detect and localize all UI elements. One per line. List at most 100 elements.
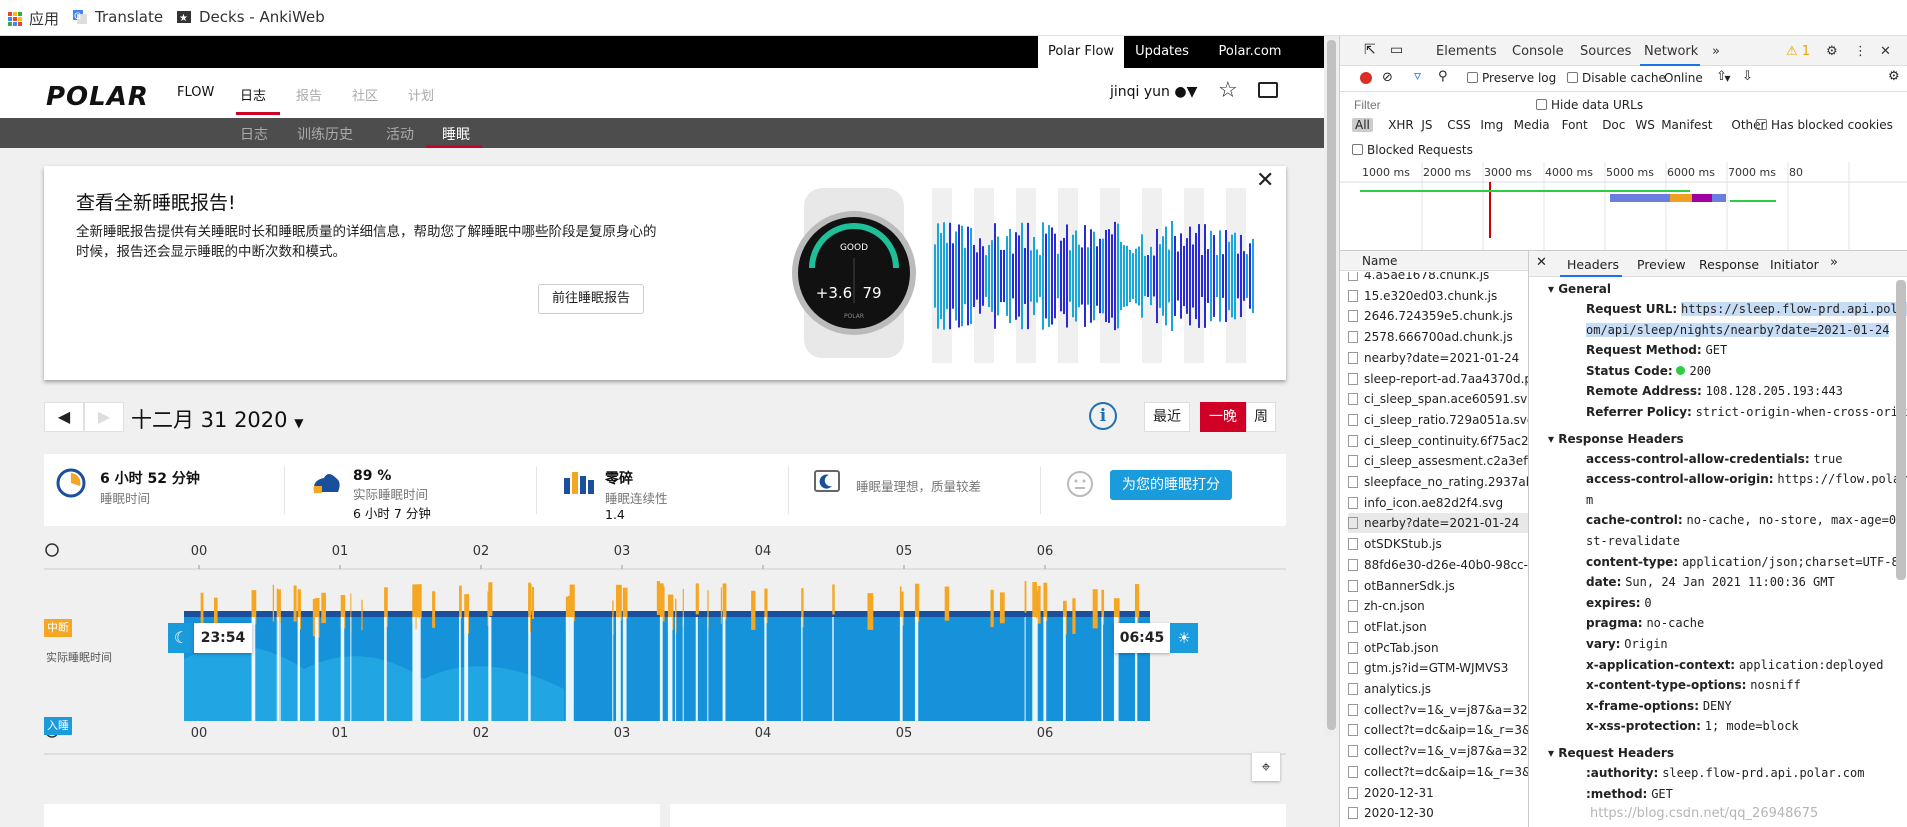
polar-com-link[interactable]: Polar.com <box>1200 36 1300 68</box>
header-row: content-type: application/json;charset=U… <box>1586 554 1899 569</box>
user-menu[interactable]: jinqi yun ●▼ <box>1110 84 1197 100</box>
pattern-bar <box>973 244 975 308</box>
headers-section-title[interactable]: ▾ Response Headers <box>1548 432 1684 446</box>
updates-link[interactable]: Updates <box>1124 36 1200 68</box>
wake-gap <box>616 617 621 721</box>
pattern-bar <box>934 244 936 308</box>
headers-scrollbar[interactable] <box>1896 280 1906 580</box>
pattern-bar <box>1105 229 1107 323</box>
pattern-bar <box>943 222 945 330</box>
pattern-bar <box>940 232 942 320</box>
next-day-button[interactable]: ▶ <box>84 402 124 432</box>
sleep-feedback-text: 睡眠量理想，质量较差 <box>856 479 982 494</box>
polar-flow-link[interactable]: Polar Flow <box>1038 36 1124 68</box>
watch-brand: POLAR <box>844 313 864 320</box>
wake-gap <box>667 617 673 721</box>
messages-icon[interactable] <box>1258 82 1278 98</box>
sleep-duration-value: 6 小时 52 分钟 <box>100 471 200 487</box>
header-row: Request Method: GET <box>1586 343 1728 358</box>
pattern-bar <box>1102 238 1104 314</box>
pattern-bar <box>1075 230 1077 322</box>
wake-gap <box>1035 617 1038 721</box>
pattern-bar <box>1108 229 1110 323</box>
prev-day-button[interactable]: ◀ <box>44 402 84 432</box>
hour-tick-label: 04 <box>755 544 772 559</box>
info-icon[interactable]: i <box>1089 402 1117 430</box>
subnav-sleep[interactable]: 睡眠 <box>442 124 470 144</box>
wake-gap <box>276 617 278 721</box>
bookmark-apps[interactable]: 应用 <box>8 8 59 29</box>
pattern-bar <box>1141 234 1143 318</box>
header-row: x-content-type-options: nosniff <box>1586 678 1801 693</box>
hour-tick-label: 03 <box>614 726 631 741</box>
view-night-button[interactable]: 一晚 <box>1200 402 1246 432</box>
continuity-label: 睡眠连续性 <box>605 491 668 506</box>
continuity-icon <box>564 472 594 494</box>
polar-logo[interactable]: POLAR <box>46 82 149 112</box>
interrupt-mark <box>659 583 664 621</box>
header-row: cache-control: no-cache, no-store, max-a… <box>1586 513 1907 528</box>
actual-sleep-row-label: 实际睡眠时间 <box>46 651 112 664</box>
pattern-bar <box>961 225 963 327</box>
wake-gap <box>832 617 834 721</box>
subnav-diary[interactable]: 日志 <box>240 124 268 144</box>
header-row: access-control-allow-origin: https://flo… <box>1586 472 1907 487</box>
headers-section-title[interactable]: ▾ Request Headers <box>1548 746 1674 760</box>
pattern-bar <box>1240 234 1242 318</box>
pattern-bar <box>952 243 954 309</box>
interrupt-label: 中断 <box>44 619 72 637</box>
pattern-bar <box>1024 248 1026 304</box>
pattern-bar <box>1207 249 1209 303</box>
go-to-sleep-report-button[interactable]: 前往睡眠报告 <box>538 284 644 314</box>
favorites-star-icon[interactable]: ☆ <box>1218 78 1238 103</box>
headers-panel: ▾ General Request URL: https://sleep.flow… <box>1340 36 1907 827</box>
headers-section-title[interactable]: ▾ General <box>1548 282 1611 296</box>
hour-tick-label: 05 <box>896 544 913 559</box>
top-links-bar: Polar Flow Updates Polar.com <box>0 36 1339 68</box>
bookmark-translate[interactable]: G Translate <box>72 8 163 26</box>
date-picker[interactable]: 十二月 31 2020 ▼ <box>131 404 303 434</box>
pattern-bar <box>1000 249 1002 303</box>
bookmark-anki[interactable]: ★ Decks - AnkiWeb <box>176 8 325 26</box>
interrupt-mark <box>1092 589 1098 629</box>
hour-tick-label: 05 <box>896 726 913 741</box>
interrupt-mark <box>720 587 722 624</box>
subnav-training-history[interactable]: 训练历史 <box>297 124 353 144</box>
pattern-bar <box>1093 231 1095 321</box>
crop-icon[interactable]: ⌖ <box>1252 753 1280 781</box>
header-row: st-revalidate <box>1586 534 1680 548</box>
pattern-bar <box>1246 254 1248 298</box>
page-scrollbar[interactable] <box>1324 36 1339 736</box>
rate-sleep-button[interactable]: 为您的睡眠打分 <box>1110 470 1232 500</box>
wake-gap <box>914 617 919 721</box>
pattern-bar <box>958 224 960 328</box>
pattern-bar <box>1138 246 1140 306</box>
nav-diary[interactable]: 日志 <box>240 85 266 104</box>
subnav-activity[interactable]: 活动 <box>386 124 414 144</box>
wake-gap <box>682 617 684 721</box>
pattern-bar <box>1225 230 1227 322</box>
pattern-bar <box>937 223 939 329</box>
interrupt-mark <box>1037 585 1041 624</box>
user-icon: ●▼ <box>1174 84 1198 100</box>
interrupt-mark <box>944 586 950 621</box>
pattern-bar <box>1081 247 1083 305</box>
nav-community[interactable]: 社区 <box>352 85 378 104</box>
view-week-button[interactable]: 周 <box>1246 402 1276 432</box>
pattern-bar <box>1126 245 1128 307</box>
interrupt-mark <box>1024 581 1027 613</box>
pattern-bar <box>1042 222 1044 330</box>
nav-reports[interactable]: 报告 <box>296 85 322 104</box>
polar-flow-page: Polar Flow Updates Polar.com POLAR FLOW … <box>0 36 1339 827</box>
pattern-bar <box>988 245 990 307</box>
header-row: x-application-context: application:deplo… <box>1586 657 1884 672</box>
pattern-bar <box>1057 253 1059 299</box>
pattern-bar <box>970 227 972 325</box>
nav-plan[interactable]: 计划 <box>408 85 434 104</box>
pattern-bar <box>1183 245 1185 307</box>
translate-icon: G <box>73 10 87 24</box>
hour-tick-label: 00 <box>191 544 208 559</box>
pattern-bar <box>949 222 951 330</box>
view-recent-button[interactable]: 最近 <box>1144 402 1190 432</box>
pattern-bar <box>982 246 984 306</box>
